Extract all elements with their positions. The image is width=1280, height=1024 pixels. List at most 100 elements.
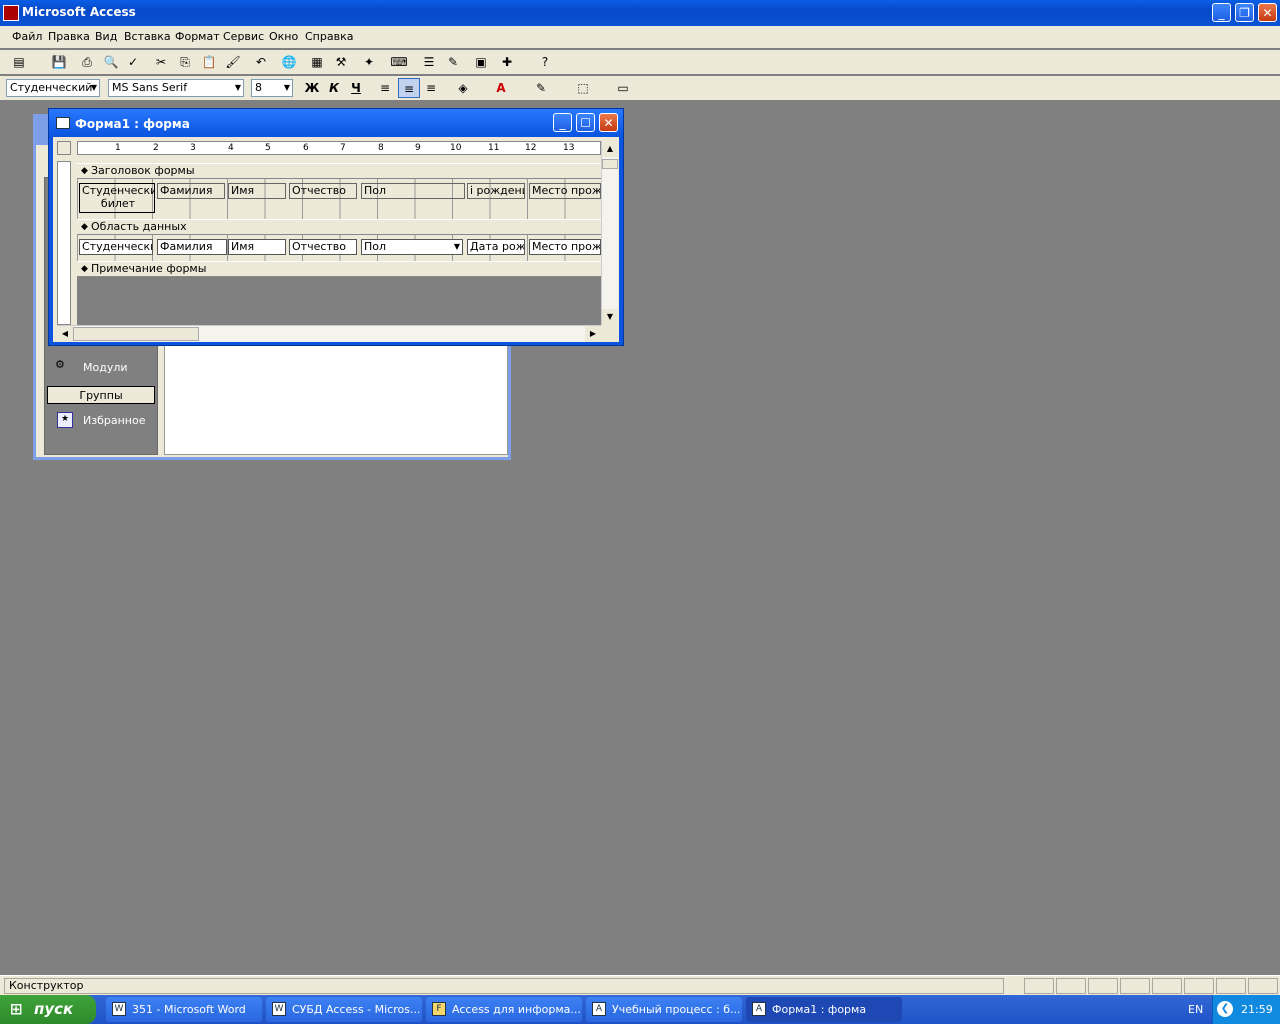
underline-button[interactable]: Ч	[345, 78, 367, 98]
menu-insert[interactable]: Вставка	[124, 30, 171, 43]
object-combo[interactable]: Студенческий ▼	[6, 79, 100, 97]
status-panel	[1152, 978, 1182, 994]
menu-tools[interactable]: Сервис	[223, 30, 264, 43]
autoformat-icon[interactable]: ✦	[358, 52, 380, 72]
bold-button[interactable]: Ж	[301, 78, 323, 98]
field-name[interactable]: Имя	[228, 239, 286, 255]
align-right-icon[interactable]: ≡	[420, 78, 442, 98]
form-close-button[interactable]: ✕	[599, 113, 618, 132]
close-button[interactable]: ✕	[1258, 3, 1277, 22]
minimize-button[interactable]: _	[1212, 3, 1231, 22]
access-app-icon[interactable]	[3, 5, 19, 21]
label-birth-date[interactable]: і рождения	[467, 183, 525, 199]
view-icon[interactable]: ▤	[8, 52, 30, 72]
menu-file[interactable]: Файл	[12, 30, 42, 43]
db-item-modules[interactable]: Модули	[83, 361, 128, 374]
print-preview-icon[interactable]: 🔍	[100, 52, 122, 72]
font-size-combo[interactable]: 8 ▼	[251, 79, 293, 97]
form-window-titlebar[interactable]: Форма1 : форма _ ☐ ✕	[49, 109, 623, 137]
label-address[interactable]: Место прожи	[529, 183, 601, 199]
font-combo[interactable]: MS Sans Serif ▼	[108, 79, 244, 97]
taskbar-button-form[interactable]: A Форма1 : форма	[746, 997, 902, 1022]
form-design-surface[interactable]: 1 2 3 4 5 6 7 8 9 10 11 12 13 ◆ Заголово…	[53, 137, 619, 342]
chevron-down-icon[interactable]: ▼	[454, 240, 460, 254]
horizontal-ruler[interactable]: 1 2 3 4 5 6 7 8 9 10 11 12 13	[77, 141, 601, 155]
new-object-icon[interactable]: ✚	[496, 52, 518, 72]
field-student-card[interactable]: Студенческий	[79, 239, 153, 255]
status-bar: Конструктор	[0, 975, 1280, 996]
cut-icon[interactable]: ✂	[150, 52, 172, 72]
horizontal-scroll-thumb[interactable]	[73, 327, 199, 341]
toolbox-icon[interactable]: ⚒	[330, 52, 352, 72]
font-color-icon[interactable]: A	[490, 78, 512, 98]
scroll-right-icon[interactable]: ▶	[585, 326, 601, 342]
form-header-section[interactable]: Студенческий билет Фамилия Имя Отчество …	[77, 179, 601, 219]
detail-bar[interactable]: ◆ Область данных	[77, 219, 601, 235]
field-list-icon[interactable]: ▦	[306, 52, 328, 72]
taskbar-button-word[interactable]: W 351 - Microsoft Word	[106, 997, 262, 1022]
menu-help[interactable]: Справка	[305, 30, 353, 43]
save-icon[interactable]: 💾	[48, 52, 70, 72]
align-center-icon[interactable]: ≡	[398, 78, 420, 98]
form-selector[interactable]	[57, 141, 71, 155]
menu-format[interactable]: Формат	[175, 30, 220, 43]
line-color-icon[interactable]: ✎	[530, 78, 552, 98]
section-arrow-icon: ◆	[81, 166, 88, 176]
database-window-icon[interactable]: ▣	[470, 52, 492, 72]
special-effect-icon[interactable]: ▭	[612, 78, 634, 98]
label-name[interactable]: Имя	[228, 183, 286, 199]
label-surname[interactable]: Фамилия	[157, 183, 225, 199]
vertical-scrollbar[interactable]: ▲ ▼	[601, 141, 618, 325]
label-student-card[interactable]: Студенческий билет	[79, 183, 155, 213]
form-footer-bar[interactable]: ◆ Примечание формы	[77, 261, 601, 277]
form-header-bar[interactable]: ◆ Заголовок формы	[77, 163, 601, 179]
label-patronymic[interactable]: Отчество	[289, 183, 357, 199]
label-gender[interactable]: Пол	[361, 183, 465, 199]
db-item-favorites[interactable]: Избранное	[83, 414, 145, 427]
menu-window[interactable]: Окно	[269, 30, 298, 43]
ruler-tick: 11	[488, 143, 500, 153]
form-window-title: Форма1 : форма	[75, 117, 190, 131]
field-address[interactable]: Место прожи	[529, 239, 601, 255]
scroll-up-icon[interactable]: ▲	[602, 141, 618, 157]
properties-icon[interactable]: ☰	[418, 52, 440, 72]
vertical-scroll-thumb[interactable]	[602, 159, 618, 169]
scroll-left-icon[interactable]: ◀	[57, 326, 73, 342]
field-patronymic[interactable]: Отчество	[289, 239, 357, 255]
build-icon[interactable]: ✎	[442, 52, 464, 72]
align-left-icon[interactable]: ≡	[374, 78, 396, 98]
vertical-ruler[interactable]	[57, 161, 71, 325]
field-gender-combo[interactable]: Пол ▼	[361, 239, 463, 255]
restore-button[interactable]: ❐	[1235, 3, 1254, 22]
italic-button[interactable]: К	[323, 78, 345, 98]
copy-icon[interactable]: ⎘	[174, 52, 196, 72]
print-icon[interactable]: ⎙	[76, 52, 98, 72]
tray-expand-icon[interactable]: ❮	[1217, 1001, 1233, 1017]
paste-icon[interactable]: 📋	[198, 52, 220, 72]
language-indicator[interactable]: EN	[1188, 1003, 1203, 1016]
form-footer-empty-area[interactable]	[77, 277, 601, 325]
form-minimize-button[interactable]: _	[553, 113, 572, 132]
undo-icon[interactable]: ↶	[250, 52, 272, 72]
menu-view[interactable]: Вид	[95, 30, 117, 43]
field-surname[interactable]: Фамилия	[157, 239, 227, 255]
groups-button[interactable]: Группы	[47, 386, 155, 404]
form-design-window[interactable]: Форма1 : форма _ ☐ ✕ 1 2 3 4 5 6 7 8 9 1…	[48, 108, 624, 346]
horizontal-scrollbar[interactable]: ◀ ▶	[57, 325, 601, 342]
taskbar-button-db[interactable]: A Учебный процесс : б...	[586, 997, 742, 1022]
form-maximize-button[interactable]: ☐	[576, 113, 595, 132]
fill-color-icon[interactable]: ◈	[452, 78, 474, 98]
field-birth-date[interactable]: Дата рожд	[467, 239, 525, 255]
code-icon[interactable]: ⌨	[388, 52, 410, 72]
hyperlink-icon[interactable]: 🌐	[278, 52, 300, 72]
detail-section[interactable]: Студенческий Фамилия Имя Отчество Пол ▼ …	[77, 235, 601, 261]
scroll-down-icon[interactable]: ▼	[602, 309, 618, 325]
start-button[interactable]: ⊞ пуск	[0, 995, 96, 1024]
taskbar-button-subd[interactable]: W СУБД Access - Micros...	[266, 997, 422, 1022]
border-width-icon[interactable]: ⬚	[572, 78, 594, 98]
format-painter-icon[interactable]: 🖌	[222, 52, 244, 72]
taskbar-button-folder[interactable]: F Access для информа...	[426, 997, 582, 1022]
spelling-icon[interactable]: ✓	[122, 52, 144, 72]
menu-edit[interactable]: Правка	[48, 30, 90, 43]
help-icon[interactable]: ?	[534, 52, 556, 72]
